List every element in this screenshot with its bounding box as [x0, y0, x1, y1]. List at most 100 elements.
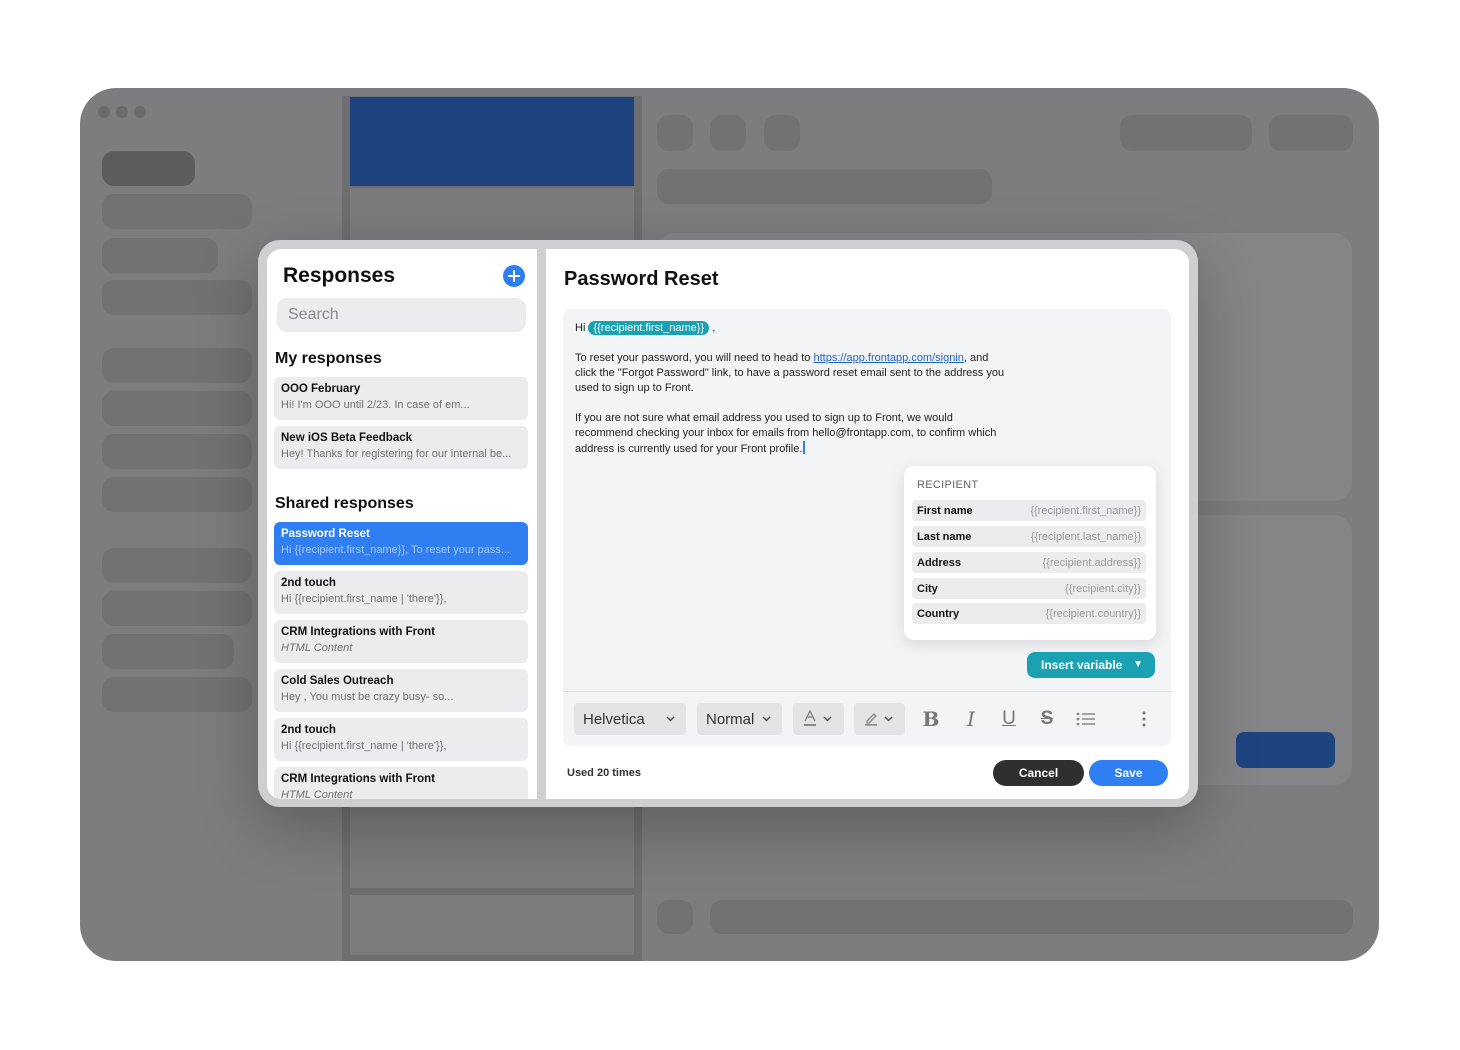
sidebar-placeholder — [102, 434, 252, 469]
response-item-title: CRM Integrations with Front — [281, 626, 435, 638]
variable-label: First name — [917, 504, 973, 517]
variable-option[interactable]: Address {{recipient.address}} — [912, 552, 1146, 573]
paragraph-line: click the "Forgot Password" link, to hav… — [575, 367, 1005, 379]
caret-down-icon: ▼ — [1133, 659, 1143, 670]
text-color-button[interactable] — [793, 703, 844, 735]
paragraph-line: address is currently used for your Front… — [575, 441, 1045, 457]
save-button[interactable]: Save — [1089, 760, 1168, 786]
paragraph-text: , and — [963, 352, 989, 364]
variable-option[interactable]: City {{recipient.city}} — [912, 578, 1146, 599]
my-responses-heading: My responses — [275, 350, 382, 367]
response-item-snippet: HTML Content — [281, 789, 353, 799]
response-item-snippet: Hey , You must be crazy busy- so... — [281, 691, 454, 703]
response-item-title: Password Reset — [281, 528, 370, 540]
sidebar-placeholder — [102, 348, 252, 383]
response-item-snippet: Hi {{recipient.first_name}}, To reset yo… — [281, 544, 511, 556]
variable-option[interactable]: First name {{recipient.first_name}} — [912, 500, 1146, 521]
response-item[interactable]: 2nd touch Hi {{recipient.first_name | 't… — [274, 718, 528, 761]
response-item[interactable]: OOO February Hi! I'm OOO until 2/23. In … — [274, 377, 528, 420]
shared-responses-heading: Shared responses — [275, 495, 414, 512]
plus-icon — [508, 270, 520, 282]
send-button-placeholder — [1236, 732, 1335, 768]
sidebar-placeholder — [102, 477, 252, 512]
sidebar-placeholder — [102, 548, 252, 583]
variable-label: Address — [917, 556, 962, 569]
bold-icon[interactable]: B — [920, 707, 942, 731]
paragraph-2: If you are not sure what email address y… — [575, 411, 1045, 457]
response-item[interactable]: 2nd touch Hi {{recipient.first_name | 't… — [274, 571, 528, 614]
response-item-selected[interactable]: Password Reset Hi {{recipient.first_name… — [274, 522, 528, 565]
chevron-down-icon — [762, 716, 771, 722]
toolbar-placeholder — [1120, 115, 1252, 151]
underline-icon[interactable]: U — [998, 707, 1020, 731]
signin-link[interactable]: https://app.frontapp.com/signin — [813, 352, 963, 364]
paragraph-text: address is currently used for your Front… — [575, 443, 803, 455]
response-item[interactable]: CRM Integrations with Front HTML Content — [274, 620, 528, 663]
response-item-title: OOO February — [281, 383, 361, 395]
window-close-dot — [98, 106, 110, 118]
response-item[interactable]: New iOS Beta Feedback Hey! Thanks for re… — [274, 426, 528, 469]
font-size-value: Normal — [706, 710, 755, 728]
variable-value: {{recipient.first_name}} — [1030, 504, 1141, 517]
response-item-snippet: Hi! I'm OOO until 2/23. In case of em... — [281, 399, 470, 411]
italic-icon[interactable]: I — [960, 707, 982, 731]
response-item-snippet: HTML Content — [281, 642, 353, 654]
footer-input-placeholder — [710, 900, 1353, 934]
selected-conversation-placeholder — [350, 97, 634, 186]
subject-placeholder — [657, 169, 992, 204]
variable-label: Last name — [917, 530, 972, 543]
list-icon[interactable] — [1075, 709, 1097, 729]
variable-option[interactable]: Country {{recipient.country}} — [912, 603, 1146, 624]
font-size-select[interactable]: Normal — [697, 703, 782, 735]
response-item-title: Cold Sales Outreach — [281, 675, 394, 687]
sidebar-placeholder — [102, 238, 218, 273]
paragraph-line: used to sign up to Front. — [575, 382, 694, 394]
sidebar-placeholder — [102, 194, 252, 229]
sidebar-placeholder — [102, 280, 252, 315]
font-family-select[interactable]: Helvetica — [574, 703, 686, 735]
toolbar-placeholder — [764, 115, 800, 151]
font-family-value: Helvetica — [583, 710, 645, 728]
text-cursor — [803, 441, 805, 454]
highlighter-icon — [865, 713, 877, 726]
paragraph-line: recommend checking your inbox for emails… — [575, 427, 997, 439]
response-title: Password Reset — [564, 268, 719, 290]
response-item[interactable]: CRM Integrations with Front HTML Content — [274, 767, 528, 799]
add-response-button[interactable] — [503, 265, 525, 287]
toolbar-placeholder — [710, 115, 746, 151]
response-item[interactable]: Cold Sales Outreach Hey , You must be cr… — [274, 669, 528, 712]
search-input[interactable]: Search — [277, 298, 526, 332]
responses-title: Responses — [283, 264, 396, 287]
chevron-down-icon — [823, 716, 832, 722]
response-item-title: New iOS Beta Feedback — [281, 432, 413, 444]
sidebar-placeholder — [102, 677, 252, 712]
toolbar-placeholder — [1269, 115, 1353, 151]
variable-option[interactable]: Last name {{recipient.last_name}} — [912, 526, 1146, 547]
response-item-title: 2nd touch — [281, 724, 336, 736]
chevron-down-icon — [666, 716, 675, 722]
variable-value: {{recipient.country}} — [1045, 607, 1141, 620]
variable-value: {{recipient.last_name}} — [1030, 530, 1141, 543]
sidebar-placeholder-primary — [102, 151, 195, 186]
conversation-placeholder — [350, 895, 634, 955]
response-item-title: CRM Integrations with Front — [281, 773, 435, 785]
paragraph-text: To reset your password, you will need to… — [575, 352, 814, 364]
insert-variable-label: Insert variable — [1041, 658, 1123, 672]
variable-label: Country — [917, 607, 960, 620]
sidebar-placeholder — [102, 634, 234, 669]
variable-value: {{recipient.city}} — [1065, 582, 1141, 595]
popover-header: RECIPIENT — [917, 479, 979, 491]
window-minimize-dot — [116, 106, 128, 118]
response-item-snippet: Hi {{recipient.first_name | 'there'}}, — [281, 740, 447, 752]
toolbar-placeholder — [657, 115, 693, 151]
insert-variable-button[interactable]: Insert variable ▼ — [1027, 652, 1155, 678]
more-options-icon[interactable] — [1135, 709, 1153, 729]
strikethrough-icon[interactable]: S — [1036, 707, 1058, 731]
variable-chip[interactable]: {{recipient.first_name}} — [588, 321, 710, 335]
usage-count: Used 20 times — [567, 767, 641, 779]
paragraph-line: If you are not sure what email address y… — [575, 412, 953, 424]
paragraph-line: To reset your password, you will need to… — [575, 351, 1045, 366]
highlight-color-button[interactable] — [854, 703, 905, 735]
variable-value: {{recipient.address}} — [1042, 556, 1141, 569]
cancel-button[interactable]: Cancel — [993, 760, 1084, 786]
